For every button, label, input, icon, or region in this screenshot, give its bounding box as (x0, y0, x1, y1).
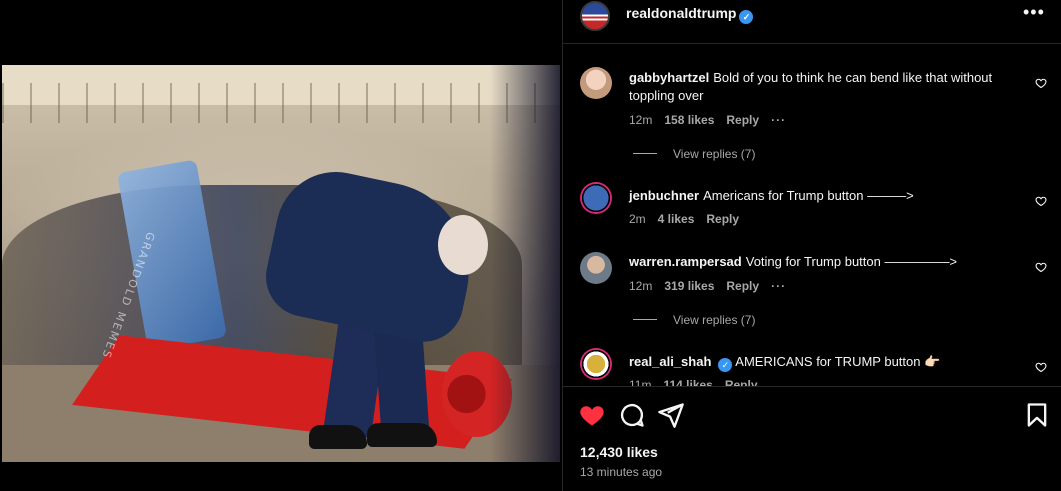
comment-body: Americans for Trump button ———> (703, 188, 914, 203)
reply-button[interactable]: Reply (725, 378, 758, 386)
commenter-avatar[interactable] (580, 252, 612, 284)
comment-likes[interactable]: 319 likes (664, 279, 714, 293)
author-username-text[interactable]: realdonaldtrump (626, 5, 736, 21)
heart-outline-icon[interactable] (1035, 361, 1047, 373)
comments-list[interactable]: gabbyhartzel Bold of you to think he can … (563, 45, 1061, 386)
view-replies-label[interactable]: View replies (7) (673, 147, 755, 161)
commenter-username[interactable]: gabbyhartzel (629, 70, 709, 85)
comment-meta: 12m 319 likes Reply ··· (629, 279, 798, 293)
comment-likes[interactable]: 114 likes (663, 378, 712, 386)
heart-outline-icon[interactable] (1035, 261, 1047, 273)
comment-likes[interactable]: 4 likes (658, 212, 695, 226)
commenter-avatar[interactable] (580, 348, 612, 380)
post-panel: realdonaldtrump ✓ ••• gabbyhartzel Bold of… (562, 0, 1061, 491)
comment-text: jenbuchner Americans for Trump button ———… (629, 187, 1009, 205)
view-replies-button[interactable]: View replies (7) (633, 147, 755, 161)
verified-badge-icon: ✓ (739, 10, 754, 24)
view-replies-button[interactable]: View replies (7) (633, 313, 755, 327)
view-replies-label[interactable]: View replies (7) (673, 313, 755, 327)
comment-time: 12m (629, 113, 653, 127)
comment-meta: 11m 114 likes Reply (629, 378, 770, 386)
figure-shoe (367, 423, 437, 447)
comment-more-icon[interactable]: ··· (771, 113, 786, 127)
comment-likes[interactable]: 158 likes (664, 113, 714, 127)
comment-text: gabbyhartzel Bold of you to think he can … (629, 69, 1009, 105)
comment-meta: 2m 4 likes Reply (629, 212, 751, 226)
likes-count[interactable]: 12,430 likes (580, 444, 658, 460)
comment-icon[interactable] (618, 401, 646, 429)
commenter-username[interactable]: warren.rampersad (629, 254, 742, 269)
commenter-username[interactable]: jenbuchner (629, 188, 699, 203)
comment-body: AMERICANS for TRUMP button 👉🏻 (735, 354, 941, 369)
post-timestamp: 13 minutes ago (580, 465, 663, 479)
reply-button[interactable]: Reply (706, 212, 739, 226)
heart-filled-icon[interactable] (578, 401, 606, 429)
author-username[interactable]: realdonaldtrump ✓ (626, 5, 754, 24)
commenter-avatar[interactable] (580, 67, 612, 99)
comment-body: Voting for Trump button —————> (745, 254, 958, 269)
heart-outline-icon[interactable] (1035, 77, 1047, 89)
comment-text: warren.rampersad Voting for Trump button … (629, 253, 1009, 271)
photo-shade (490, 65, 560, 462)
heart-outline-icon[interactable] (1035, 195, 1047, 207)
post-actions: 12,430 likes 13 minutes ago (563, 386, 1061, 491)
more-horizontal-icon[interactable]: ••• (1023, 2, 1045, 23)
share-icon[interactable] (657, 401, 685, 429)
bookmark-icon[interactable] (1023, 401, 1051, 429)
commenter-avatar[interactable] (580, 182, 612, 214)
commenter-username[interactable]: real_ali_shah (629, 354, 711, 369)
comment-time: 11m (629, 378, 652, 386)
comment-time: 12m (629, 279, 653, 293)
reply-button[interactable]: Reply (726, 279, 759, 293)
replies-divider (633, 319, 657, 320)
post-photo[interactable]: GRANDOLD MEMES (2, 65, 560, 462)
figure-shoe (309, 425, 367, 449)
figure-head (438, 215, 488, 275)
comment-more-icon[interactable]: ··· (771, 279, 786, 293)
post-media: GRANDOLD MEMES (0, 0, 562, 491)
reply-button[interactable]: Reply (726, 113, 759, 127)
comment-meta: 12m 158 likes Reply ··· (629, 113, 798, 127)
post-header: realdonaldtrump ✓ ••• (563, 0, 1061, 44)
photo-fence (2, 83, 560, 123)
replies-divider (633, 153, 657, 154)
comment-time: 2m (629, 212, 646, 226)
comment-text: real_ali_shah ✓ AMERICANS for TRUMP butto… (629, 353, 1009, 372)
author-avatar[interactable] (580, 1, 610, 31)
verified-badge-icon: ✓ (718, 358, 733, 372)
